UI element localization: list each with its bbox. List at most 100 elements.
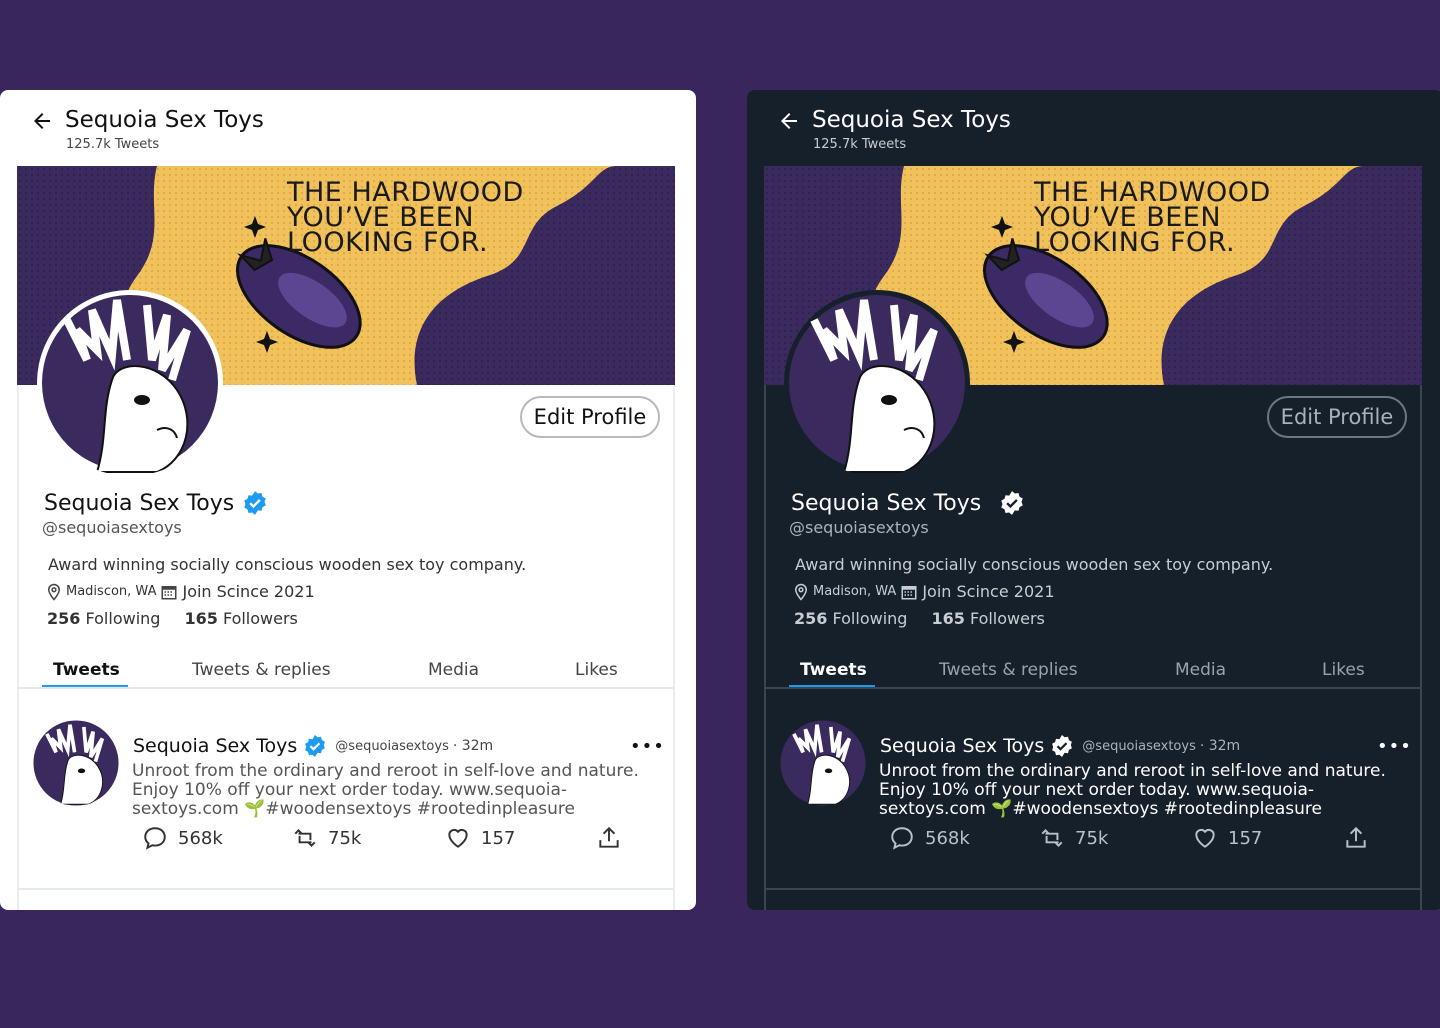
retweet-button[interactable]: 75k [1039,825,1108,851]
verified-badge-icon [1001,491,1023,515]
profile-panel-dark: Sequoia Sex Toys 125.7k Tweets THE HARDW… [747,90,1440,910]
following-label: Following [832,609,908,628]
followers-label: Followers [222,609,298,628]
calendar-icon [901,585,917,599]
profile-name: Sequoia Sex Toys [791,490,982,516]
location-pin-icon [794,583,808,601]
divider [19,888,673,890]
retweet-count: 75k [328,827,362,849]
verified-badge-icon [1052,735,1073,757]
share-button[interactable] [596,825,622,851]
banner-tagline: THE HARDWOOD YOU’VE BEEN LOOKING FOR. [1034,177,1271,258]
tweet-avatar[interactable] [33,720,119,806]
following-link[interactable]: 256 Following [47,609,160,628]
header-title: Sequoia Sex Toys [812,107,1011,133]
share-icon [599,826,619,848]
avatar[interactable] [784,290,970,476]
reply-button[interactable]: 568k [889,825,970,851]
tweet-author-handle[interactable]: @sequoiasextoys [1082,739,1196,754]
calendar-icon [161,585,177,599]
jackalope-logo-icon [42,295,218,473]
tab-tweets-replies[interactable]: Tweets & replies [192,660,331,680]
retweet-icon [1041,829,1063,847]
profile-bio: Award winning socially conscious wooden … [795,555,1274,574]
tweet-header: Sequoia Sex Toys @sequoiasextoys · 32m [133,734,493,758]
following-label: Following [85,609,161,628]
tweet-header: Sequoia Sex Toys @sequoiasextoys · 32m [880,734,1240,758]
profile-meta: Madison, WA Join Scince 2021 [792,582,1055,601]
profile-location: Madison, WA [813,584,897,599]
tweet-text: Unroot from the ordinary and reroot in s… [132,761,639,819]
like-button[interactable]: 157 [1192,825,1262,851]
edit-profile-button[interactable]: Edit Profile [1267,396,1407,438]
following-link[interactable]: 256 Following [794,609,907,628]
edit-profile-button[interactable]: Edit Profile [520,396,660,438]
followers-link[interactable]: 165 Followers [931,609,1044,628]
followers-link[interactable]: 165 Followers [184,609,297,628]
tab-likes[interactable]: Likes [1322,660,1365,680]
profile-panel-light: Sequoia Sex Toys 125.7k Tweets THE HARDW… [0,90,696,910]
followers-label: Followers [969,609,1045,628]
profile-tabs: Tweets Tweets & replies Media Likes [19,650,673,690]
profile-name: Sequoia Sex Toys [44,490,235,516]
following-count: 256 [47,609,81,628]
followers-count: 165 [184,609,218,628]
share-button[interactable] [1343,825,1369,851]
retweet-icon [294,829,316,847]
divider [766,687,1420,689]
following-count: 256 [794,609,828,628]
profile-handle: @sequoiasextoys [789,518,929,537]
tab-tweets[interactable]: Tweets [800,660,867,680]
retweet-count: 75k [1075,827,1109,849]
tweet-author-handle[interactable]: @sequoiasextoys [335,739,449,754]
profile-joined: Join Scince 2021 [182,582,315,601]
jackalope-logo-icon [789,295,965,473]
tweet-timestamp: · 32m [1199,738,1241,754]
divider [19,687,673,689]
reply-icon [891,827,913,850]
verified-badge-icon [244,491,266,515]
back-arrow-icon[interactable] [777,109,801,133]
profile-name-row: Sequoia Sex Toys [791,490,1025,516]
banner-tagline: THE HARDWOOD YOU’VE BEEN LOOKING FOR. [287,177,524,258]
tab-likes[interactable]: Likes [575,660,618,680]
tweet-author-name[interactable]: Sequoia Sex Toys [133,735,297,757]
tweet-author-name[interactable]: Sequoia Sex Toys [880,735,1044,757]
share-icon [1346,826,1366,848]
jackalope-logo-icon [33,720,119,806]
tweet-avatar[interactable] [780,720,866,806]
tab-media[interactable]: Media [428,660,479,680]
retweet-button[interactable]: 75k [292,825,361,851]
follow-stats: 256 Following 165 Followers [794,609,1045,628]
tweet-actions: 568k 75k 157 [889,825,1369,855]
header-tweet-count: 125.7k Tweets [66,137,160,152]
divider [766,888,1420,890]
header-tweet-count: 125.7k Tweets [813,137,907,152]
tab-media[interactable]: Media [1175,660,1226,680]
avatar[interactable] [37,290,223,476]
heart-icon [1195,828,1215,848]
like-count: 157 [481,827,516,849]
followers-count: 165 [931,609,965,628]
reply-button[interactable]: 568k [142,825,223,851]
like-button[interactable]: 157 [445,825,515,851]
tweet-text: Unroot from the ordinary and reroot in s… [879,761,1386,819]
profile-bio: Award winning socially conscious wooden … [48,555,527,574]
heart-icon [448,828,468,848]
location-pin-icon [47,583,61,601]
reply-count: 568k [178,827,223,849]
profile-joined: Join Scince 2021 [922,582,1055,601]
profile-tabs: Tweets Tweets & replies Media Likes [766,650,1420,690]
more-options-icon[interactable]: ••• [630,736,665,757]
tab-tweets-replies[interactable]: Tweets & replies [939,660,1078,680]
header-title: Sequoia Sex Toys [65,107,264,133]
verified-badge-icon [305,735,326,757]
tab-tweets[interactable]: Tweets [53,660,120,680]
profile-location: Madiscon, WA [66,584,157,599]
follow-stats: 256 Following 165 Followers [47,609,298,628]
back-arrow-icon[interactable] [30,109,54,133]
tweet-timestamp: · 32m [452,738,494,754]
like-count: 157 [1228,827,1263,849]
profile-name-row: Sequoia Sex Toys [44,490,268,516]
more-options-icon[interactable]: ••• [1377,736,1412,757]
